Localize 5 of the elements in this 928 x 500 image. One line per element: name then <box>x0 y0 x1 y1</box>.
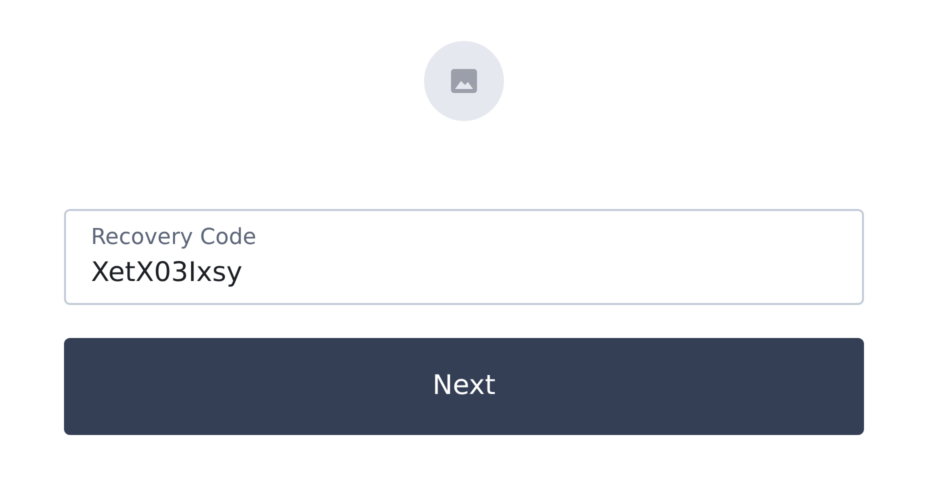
next-button[interactable]: Next <box>64 338 864 435</box>
image-icon <box>451 69 477 93</box>
code-input[interactable]: XetX03Ixsy <box>91 253 837 293</box>
field-label: Recovery Code <box>91 224 258 252</box>
recovery-code-field[interactable]: Recovery Code XetX03Ixsy <box>64 209 864 305</box>
